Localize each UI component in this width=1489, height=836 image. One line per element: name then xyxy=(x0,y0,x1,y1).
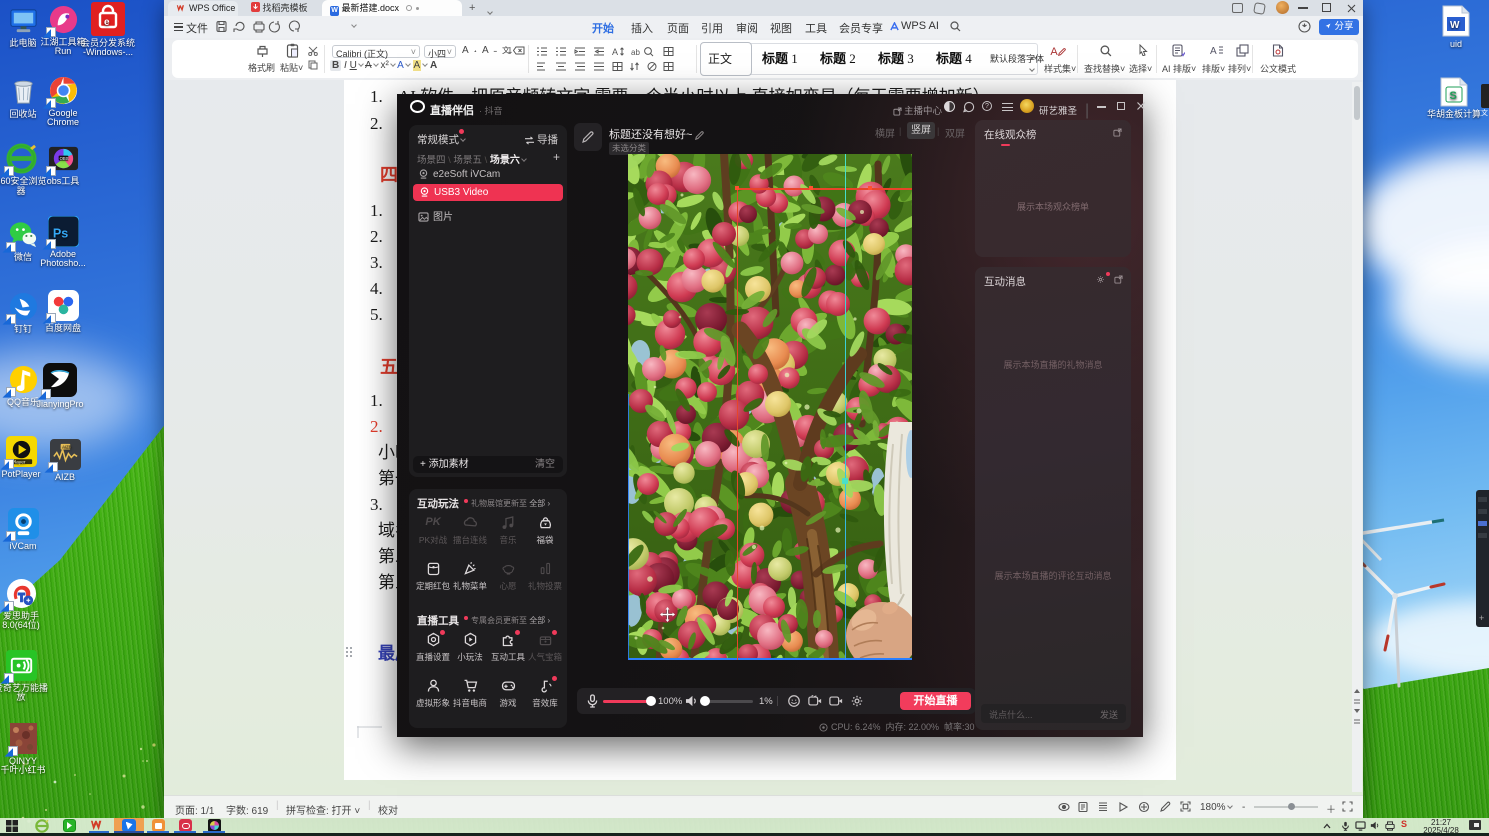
svg-text:文: 文 xyxy=(502,45,513,55)
svg-text:ab: ab xyxy=(631,48,640,57)
svg-text:AIZB: AIZB xyxy=(62,444,72,449)
svg-text:A: A xyxy=(1210,46,1217,57)
svg-text:S: S xyxy=(1450,90,1457,102)
svg-text:e: e xyxy=(104,17,110,28)
svg-text:OBS: OBS xyxy=(59,156,68,161)
svg-text:A: A xyxy=(612,47,618,57)
svg-text:W: W xyxy=(1450,20,1460,31)
